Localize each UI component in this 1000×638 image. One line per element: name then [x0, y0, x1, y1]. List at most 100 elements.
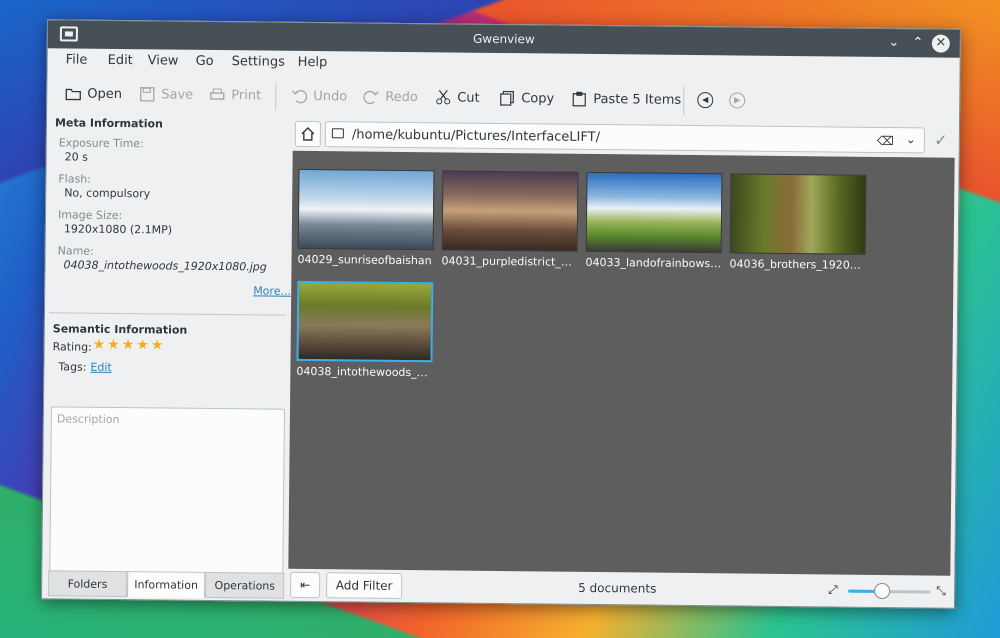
toolbar-separator: [275, 82, 277, 111]
chevron-down-icon[interactable]: ⌄: [906, 132, 916, 146]
tab-operations[interactable]: Operations: [205, 571, 285, 599]
first-image-button[interactable]: ◀: [697, 89, 714, 111]
thumbnail-image[interactable]: [296, 280, 434, 363]
rating-label: Rating:: [52, 340, 92, 354]
menu-help[interactable]: Help: [298, 55, 328, 70]
toolbar-separator: [683, 86, 685, 115]
gwenview-window: Gwenview ⌄ ⌃ ✕ File Edit View Go Setting…: [40, 19, 962, 609]
divider: [48, 312, 285, 316]
menu-go[interactable]: Go: [196, 54, 214, 69]
print-icon: [209, 87, 225, 103]
zoom-out-icon[interactable]: ⤢: [828, 582, 838, 597]
tab-information[interactable]: Information: [126, 571, 206, 598]
checkmark-icon[interactable]: ✓: [929, 127, 953, 153]
size-value: 1920x1080 (2.1MP): [63, 222, 173, 237]
name-label: Name:: [57, 244, 94, 258]
thumbnail-caption: 04036_brothers_1920x1080: [729, 257, 866, 272]
toggle-sidebar-button[interactable]: ⇤: [290, 571, 321, 599]
semantic-info-title: Semantic Information: [52, 322, 188, 337]
last-image-button[interactable]: ▶: [729, 89, 746, 111]
meta-info-title: Meta Information: [54, 116, 163, 131]
skip-previous-icon: ◀: [697, 92, 714, 109]
menu-file[interactable]: File: [66, 52, 88, 67]
open-label: Open: [87, 86, 123, 102]
window-title: Gwenview: [472, 31, 535, 47]
zoom-slider-handle[interactable]: [874, 582, 891, 600]
more-link[interactable]: More...: [253, 284, 291, 297]
print-button[interactable]: Print: [209, 84, 261, 107]
thumbnail-item[interactable]: 04033_landofrainbows_1920: [585, 171, 723, 271]
undo-button[interactable]: Undo: [291, 85, 347, 108]
sidebar: Meta Information Exposure Time: 20 s Fla…: [46, 112, 291, 598]
redo-icon: [363, 89, 379, 105]
status-bar: ⇤ Add Filter 5 documents ⤢ ⤡: [288, 569, 950, 608]
menu-view[interactable]: View: [148, 53, 179, 68]
undo-label: Undo: [313, 88, 348, 104]
copy-button[interactable]: Copy: [499, 87, 554, 110]
skip-next-icon: ▶: [729, 92, 746, 109]
sidebar-tabs: Folders Information Operations: [48, 570, 285, 599]
folder-icon: [331, 128, 344, 139]
cut-label: Cut: [457, 90, 480, 106]
rating-stars[interactable]: ★★★★★: [93, 337, 166, 354]
tab-folders[interactable]: Folders: [48, 570, 127, 598]
tags-label: Tags:: [58, 360, 87, 374]
zoom-in-icon[interactable]: ⤡: [936, 584, 946, 599]
thumbnail-view[interactable]: 04029_sunriseofbaishan 04031_purpledistr…: [288, 150, 955, 576]
thumbnail-image[interactable]: [297, 168, 435, 251]
flash-value: No, compulsory: [64, 186, 151, 201]
thumbnail-caption: 04038_intothewoods_1920: [296, 364, 433, 380]
redo-button[interactable]: Redo: [363, 86, 418, 109]
save-icon: [139, 86, 155, 102]
description-textarea[interactable]: Description: [49, 406, 285, 597]
open-button[interactable]: Open: [65, 82, 122, 105]
star-icon[interactable]: ★: [93, 337, 108, 353]
exposure-label: Exposure Time:: [58, 136, 144, 151]
close-icon[interactable]: ✕: [931, 34, 950, 53]
location-path: /home/kubuntu/Pictures/InterfaceLIFT/: [351, 127, 601, 146]
thumbnail-item[interactable]: 04031_purpledistrict_1920: [441, 170, 579, 269]
redo-label: Redo: [385, 89, 419, 105]
paste-button[interactable]: Paste 5 Items: [571, 88, 681, 111]
name-value: 04038_intothewoods_1920x1080.jpg: [63, 258, 267, 274]
print-label: Print: [231, 87, 262, 103]
clear-icon[interactable]: ⌫: [877, 134, 894, 148]
home-icon: [301, 126, 315, 141]
thumbnail-image[interactable]: [441, 170, 579, 252]
thumbnail-caption: 04031_purpledistrict_1920: [441, 254, 578, 269]
thumbnail-item[interactable]: 04036_brothers_1920x1080: [729, 173, 867, 272]
minimize-icon[interactable]: ⌄: [884, 33, 904, 53]
location-input[interactable]: /home/kubuntu/Pictures/InterfaceLIFT/ ⌫ …: [324, 121, 925, 154]
exposure-value: 20 s: [64, 150, 88, 164]
document-count: 5 documents: [578, 580, 657, 596]
menu-edit[interactable]: Edit: [108, 53, 133, 68]
thumbnail-image[interactable]: [585, 171, 723, 254]
folder-open-icon: [65, 85, 81, 101]
scissors-icon: [435, 89, 451, 105]
star-icon[interactable]: ★: [107, 337, 122, 353]
save-label: Save: [161, 86, 194, 103]
thumbnail-item[interactable]: 04029_sunriseofbaishan: [297, 168, 435, 268]
thumbnail-item[interactable]: 04038_intothewoods_1920: [296, 280, 434, 380]
maximize-icon[interactable]: ⌃: [908, 33, 928, 53]
cut-button[interactable]: Cut: [435, 86, 480, 108]
flash-label: Flash:: [58, 172, 92, 186]
home-button[interactable]: [294, 120, 322, 148]
copy-icon: [499, 90, 515, 106]
add-filter-button[interactable]: Add Filter: [326, 572, 403, 599]
paste-label: Paste 5 Items: [593, 91, 682, 108]
zoom-slider[interactable]: [848, 582, 931, 600]
star-icon[interactable]: ★: [151, 337, 166, 353]
thumbnail-caption: 04033_landofrainbows_1920: [585, 255, 722, 271]
star-icon[interactable]: ★: [136, 337, 151, 353]
copy-label: Copy: [521, 90, 555, 107]
save-button[interactable]: Save: [139, 83, 193, 106]
sidebar-collapse-icon: ⇤: [300, 577, 311, 593]
thumbnail-image[interactable]: [729, 173, 867, 255]
description-placeholder: Description: [56, 412, 120, 427]
thumbnail-caption: 04029_sunriseofbaishan: [297, 252, 432, 268]
star-icon[interactable]: ★: [122, 337, 137, 353]
paste-icon: [571, 91, 587, 107]
menu-settings[interactable]: Settings: [232, 54, 285, 70]
tags-edit-link[interactable]: Edit: [90, 361, 111, 374]
